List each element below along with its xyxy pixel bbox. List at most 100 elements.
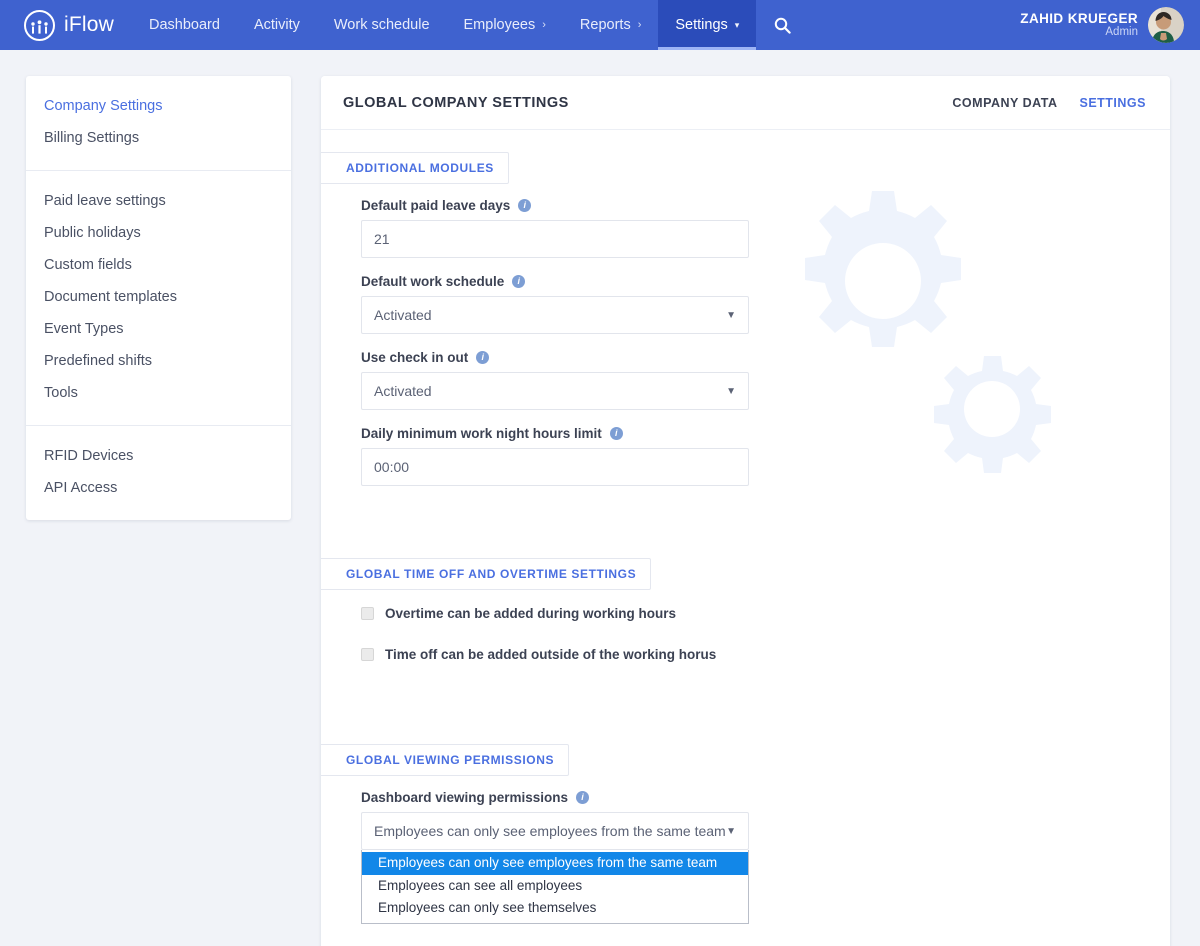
sidebar-item-predefined-shifts[interactable]: Predefined shifts xyxy=(26,345,291,377)
additional-modules-fields: Default paid leave days i 21 Default wor… xyxy=(321,184,1170,486)
dropdown-option-all-employees[interactable]: Employees can see all employees xyxy=(362,875,748,898)
daily-minimum-work-night-hours-limit-input[interactable]: 00:00 xyxy=(361,448,749,486)
section-tab-time-off-overtime[interactable]: GLOBAL TIME OFF AND OVERTIME SETTINGS xyxy=(321,558,652,590)
section-tab-label: ADDITIONAL MODULES xyxy=(346,161,494,175)
option-label: Employees can see all employees xyxy=(378,877,583,893)
panel-body: ADDITIONAL MODULES Default paid leave da… xyxy=(321,130,1170,946)
sidebar-item-label: Paid leave settings xyxy=(44,193,166,209)
label-text: Default work schedule xyxy=(361,274,505,289)
brand-name: iFlow xyxy=(64,13,115,36)
field-label: Dashboard viewing permissions i xyxy=(361,790,1170,805)
time-off-overtime-checkboxes: Overtime can be added during working hou… xyxy=(321,590,1170,662)
info-icon[interactable]: i xyxy=(518,199,532,212)
sidebar-item-label: Company Settings xyxy=(44,98,163,114)
nav-label: Settings xyxy=(675,17,728,33)
option-label: Employees can only see employees from th… xyxy=(378,855,718,870)
main-nav: Dashboard Activity Work schedule Employe… xyxy=(132,0,809,50)
sidebar-item-label: RFID Devices xyxy=(44,448,134,464)
dropdown-option-themselves[interactable]: Employees can only see themselves xyxy=(362,897,748,920)
page-body: Company Settings Billing Settings Paid l… xyxy=(0,50,1200,946)
sidebar-item-custom-fields[interactable]: Custom fields xyxy=(26,249,291,281)
sidebar-item-api-access[interactable]: API Access xyxy=(26,472,291,504)
nav-label: Work schedule xyxy=(333,17,430,33)
info-icon[interactable]: i xyxy=(512,275,526,288)
chevron-down-icon: ▾ xyxy=(734,19,740,30)
checkbox-time-off-outside-working-hours[interactable] xyxy=(361,648,374,661)
default-work-schedule-select[interactable]: Activated ▼ xyxy=(361,296,749,334)
field-label: Default paid leave days i xyxy=(361,198,1170,213)
tab-label: SETTINGS xyxy=(1079,95,1146,110)
sidebar-item-company-settings[interactable]: Company Settings xyxy=(26,90,291,122)
dropdown-option-same-team[interactable]: Employees can only see employees from th… xyxy=(362,852,748,875)
nav-label: Dashboard xyxy=(149,17,220,33)
checkbox-label: Overtime can be added during working hou… xyxy=(385,606,677,621)
sidebar-item-event-types[interactable]: Event Types xyxy=(26,313,291,345)
chevron-down-icon: ▼ xyxy=(726,309,736,321)
dashboard-viewing-permissions-dropdown: Employees can only see employees from th… xyxy=(361,812,749,924)
user-name: ZAHID KRUEGER xyxy=(1020,10,1138,26)
label-text: Use check in out xyxy=(361,350,469,365)
nav-item-activity[interactable]: Activity xyxy=(237,0,317,50)
sidebar-item-rfid-devices[interactable]: RFID Devices xyxy=(26,440,291,472)
info-icon[interactable]: i xyxy=(609,427,623,440)
panel-header: GLOBAL COMPANY SETTINGS COMPANY DATA SET… xyxy=(321,76,1170,130)
checkbox-label: Time off can be added outside of the wor… xyxy=(385,647,717,662)
section-tab-label: GLOBAL VIEWING PERMISSIONS xyxy=(346,753,555,767)
default-paid-leave-days-input[interactable]: 21 xyxy=(361,220,749,258)
sidebar-item-document-templates[interactable]: Document templates xyxy=(26,281,291,313)
tab-settings[interactable]: SETTINGS xyxy=(1079,96,1146,110)
brand-logo[interactable]: iFlow xyxy=(0,0,132,50)
field-daily-minimum-work-night-hours-limit: Daily minimum work night hours limit i 0… xyxy=(361,426,1170,486)
checkbox-overtime-during-working-hours[interactable] xyxy=(361,607,374,620)
sidebar-item-label: Event Types xyxy=(44,321,124,337)
top-navigation-bar: iFlow Dashboard Activity Work schedule E… xyxy=(0,0,1200,50)
field-default-paid-leave-days: Default paid leave days i 21 xyxy=(361,198,1170,258)
sidebar-item-paid-leave-settings[interactable]: Paid leave settings xyxy=(26,185,291,217)
info-icon[interactable]: i xyxy=(476,351,490,364)
sidebar-item-label: Billing Settings xyxy=(44,130,140,146)
nav-item-work-schedule[interactable]: Work schedule xyxy=(317,0,447,50)
sidebar-item-label: Custom fields xyxy=(44,257,132,273)
field-label: Daily minimum work night hours limit i xyxy=(361,426,1170,441)
tab-label: COMPANY DATA xyxy=(952,95,1058,110)
nav-item-reports[interactable]: Reports › xyxy=(563,0,658,50)
nav-label: Employees xyxy=(463,17,536,33)
viewing-permissions-fields: Dashboard viewing permissions i Employee… xyxy=(321,776,1170,924)
sidebar-item-tools[interactable]: Tools xyxy=(26,377,291,409)
sidebar-item-label: Public holidays xyxy=(44,225,141,241)
sidebar-item-public-holidays[interactable]: Public holidays xyxy=(26,217,291,249)
user-menu[interactable]: ZAHID KRUEGER Admin xyxy=(1020,0,1200,50)
sidebar-item-billing-settings[interactable]: Billing Settings xyxy=(26,122,291,154)
field-label: Default work schedule i xyxy=(361,274,1170,289)
option-label: Employees can only see themselves xyxy=(378,900,597,916)
chevron-right-icon: › xyxy=(637,19,642,31)
info-icon[interactable]: i xyxy=(576,791,590,804)
checkbox-row-time-off-outside-working-hours[interactable]: Time off can be added outside of the wor… xyxy=(361,647,1170,662)
nav-label: Activity xyxy=(253,17,300,33)
select-value: Employees can only see employees from th… xyxy=(374,823,726,839)
section-tab-viewing-permissions[interactable]: GLOBAL VIEWING PERMISSIONS xyxy=(321,744,570,776)
sidebar-group-integrations: RFID Devices API Access xyxy=(26,425,291,520)
section-tab-label: GLOBAL TIME OFF AND OVERTIME SETTINGS xyxy=(346,567,637,581)
people-circle-icon xyxy=(24,9,55,41)
nav-item-dashboard[interactable]: Dashboard xyxy=(132,0,237,50)
sidebar-item-label: Document templates xyxy=(44,289,177,305)
nav-item-settings[interactable]: Settings ▾ xyxy=(658,0,757,50)
field-default-work-schedule: Default work schedule i Activated ▼ xyxy=(361,274,1170,334)
avatar[interactable] xyxy=(1148,7,1184,43)
field-dashboard-viewing-permissions: Dashboard viewing permissions i Employee… xyxy=(361,790,1170,924)
input-value: 21 xyxy=(374,231,390,247)
sidebar-group-configuration: Paid leave settings Public holidays Cust… xyxy=(26,170,291,425)
field-label: Use check in out i xyxy=(361,350,1170,365)
checkbox-row-overtime-during-working-hours[interactable]: Overtime can be added during working hou… xyxy=(361,606,1170,621)
nav-item-employees[interactable]: Employees › xyxy=(447,0,563,50)
input-value: 00:00 xyxy=(374,459,410,475)
settings-sidebar: Company Settings Billing Settings Paid l… xyxy=(26,76,291,520)
search-icon[interactable] xyxy=(756,0,809,50)
use-check-in-out-select[interactable]: Activated ▼ xyxy=(361,372,749,410)
tab-company-data[interactable]: COMPANY DATA xyxy=(952,96,1057,110)
section-tab-additional-modules[interactable]: ADDITIONAL MODULES xyxy=(321,152,509,184)
label-text: Dashboard viewing permissions xyxy=(361,790,569,805)
dashboard-viewing-permissions-select[interactable]: Employees can only see employees from th… xyxy=(361,812,749,850)
